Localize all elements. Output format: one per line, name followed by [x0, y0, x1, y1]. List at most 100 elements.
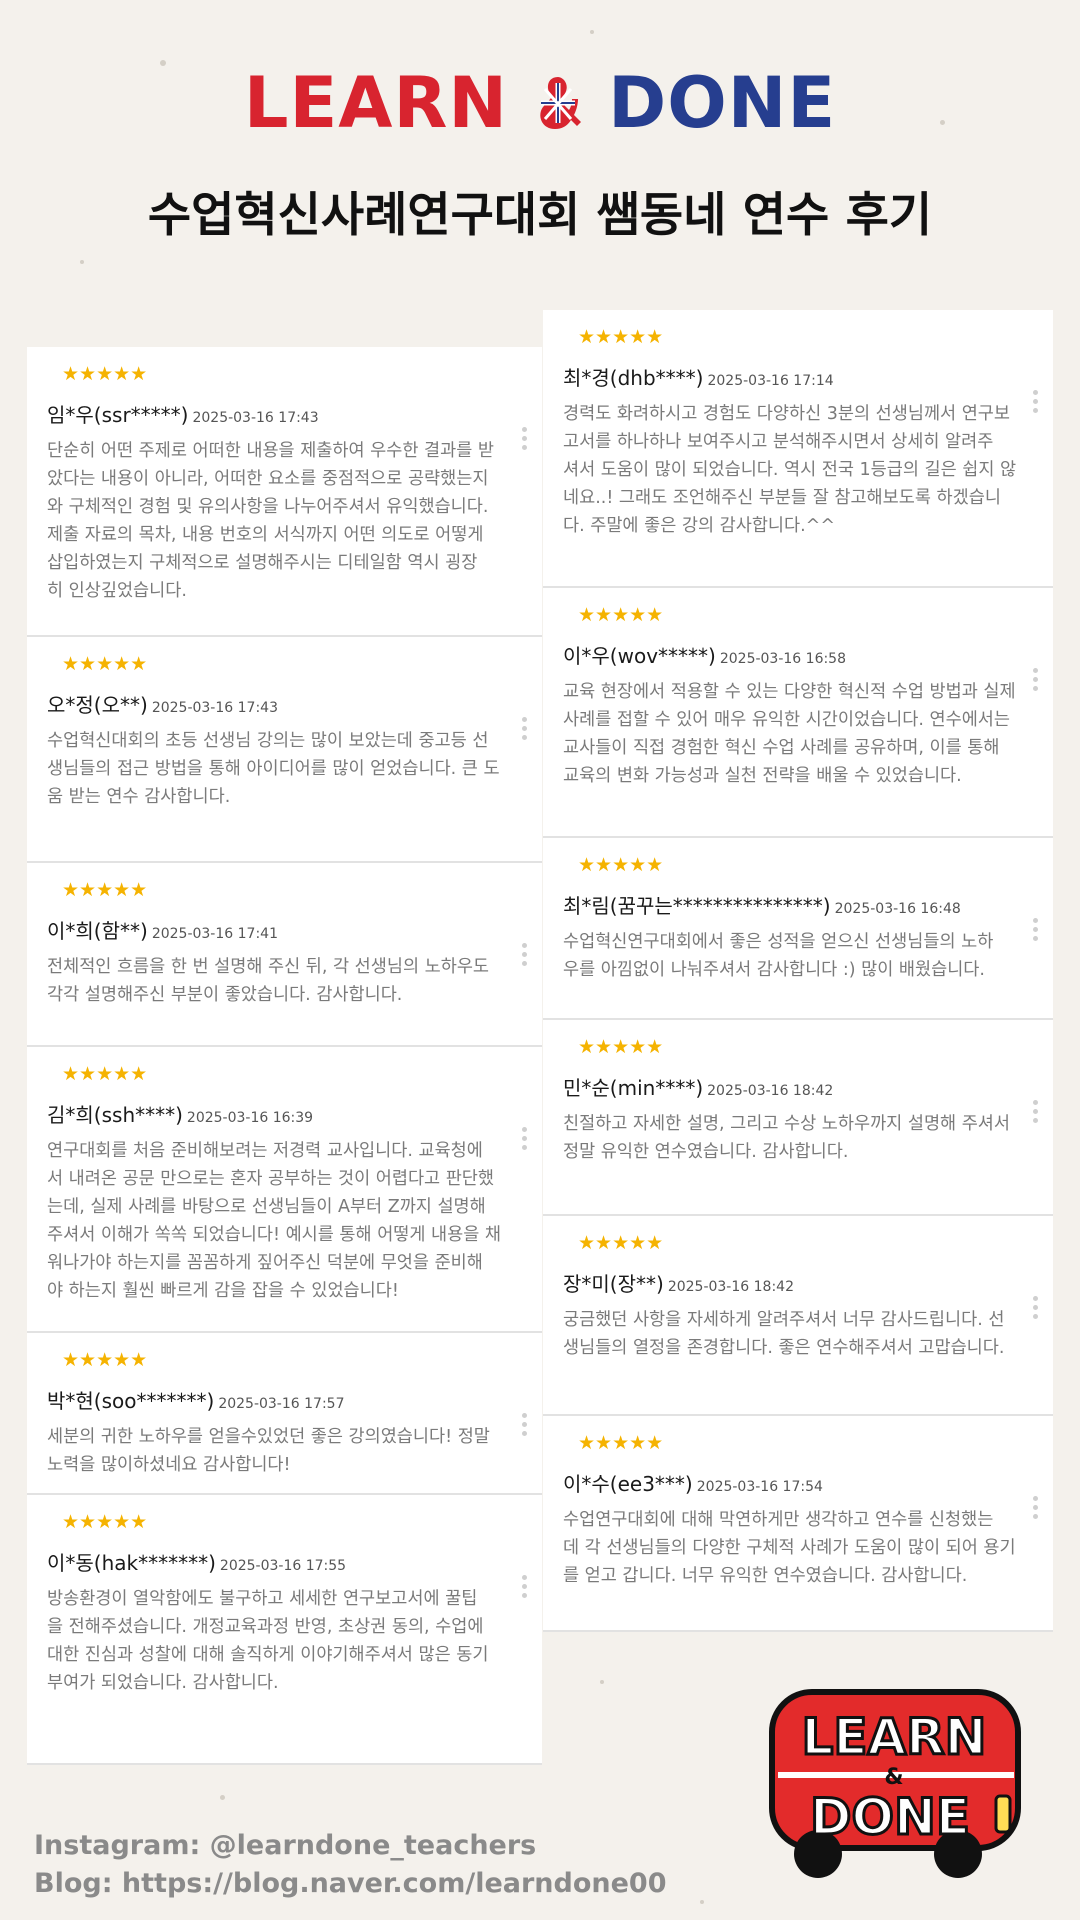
rating-stars-icon: ★★★★★	[578, 1432, 664, 1454]
review-text-line: 친절하고 자세한 설명, 그리고 수상 노하우까지 설명해 주셔서	[563, 1114, 1011, 1134]
learn-done-bus-logo: LEARN & DONE	[758, 1686, 1030, 1886]
reviewer-id: 임*우(ssr*****)	[47, 403, 189, 427]
review-text-line: 을 전해주셨습니다. 개정교육과정 반영, 초상권 동의, 수업에	[47, 1617, 484, 1637]
review-text: 친절하고 자세한 설명, 그리고 수상 노하우까지 설명해 주셔서정말 유익한 …	[563, 1110, 1043, 1166]
reviewer-id: 이*희(함**)	[47, 919, 148, 943]
reviewer-id: 최*경(dhb****)	[563, 366, 704, 390]
rating-stars-icon: ★★★★★	[62, 363, 148, 385]
review-text-line: 를 얻고 갑니다. 너무 유익한 연수였습니다. 감사합니다.	[563, 1566, 968, 1586]
review-text-line: 노력을 많이하셨네요 감사합니다!	[47, 1455, 291, 1475]
review-text-line: 연구대회를 처음 준비해보려는 저경력 교사입니다. 교육청에	[47, 1141, 483, 1161]
reviewer-name: 오*정(오**) 2025-03-16 17:43	[47, 689, 278, 718]
reviewer-name: 장*미(장**) 2025-03-16 18:42	[563, 1268, 794, 1297]
logo-done-text: DONE	[608, 62, 837, 144]
rating-stars-icon: ★★★★★	[62, 879, 148, 901]
review-card: ★★★★★ 최*경(dhb****) 2025-03-16 17:14 경력도 화려하…	[543, 310, 1053, 588]
reviewer-name: 이*수(ee3***) 2025-03-16 17:54	[563, 1468, 823, 1497]
review-text-line: 셔서 도움이 많이 되었습니다. 역시 전국 1등급의 길은 쉽지 않	[563, 460, 1017, 480]
review-text-line: 방송환경이 열악함에도 불구하고 세세한 연구보고서에 꿀팁	[47, 1589, 478, 1609]
review-text-line: 았다는 내용이 아니라, 어떠한 요소를 중점적으로 공략했는지	[47, 469, 489, 489]
page-title: 수업혁신사례연구대회 쌤동네 연수 후기	[147, 188, 933, 243]
review-date: 2025-03-16 17:14	[707, 373, 834, 389]
review-text-line: 수업혁신대회의 초등 선생님 강의는 많이 보았는데 중고등 선	[47, 731, 489, 751]
review-text-line: 각각 설명해주신 부분이 좋았습니다. 감사합니다.	[47, 985, 403, 1005]
reviewer-id: 장*미(장**)	[563, 1272, 664, 1296]
review-card: ★★★★★ 박*현(soo*******) 2025-03-16 17:57 세분의 …	[27, 1333, 542, 1495]
reviewer-id: 이*동(hak*******)	[47, 1551, 216, 1575]
review-date: 2025-03-16 17:57	[218, 1396, 345, 1412]
reviewer-name: 민*순(min****) 2025-03-16 18:42	[563, 1072, 833, 1101]
review-text-line: 데 각 선생님들의 다양한 구체적 사례가 도움이 많이 되어 용기	[563, 1538, 1016, 1558]
review-card: ★★★★★ 김*희(ssh****) 2025-03-16 16:39 연구대회를 처…	[27, 1047, 542, 1333]
review-text: 궁금했던 사항을 자세하게 알려주셔서 너무 감사드립니다. 선 생님들의 열정을…	[563, 1306, 1043, 1362]
paper-speck	[700, 1900, 704, 1904]
reviewer-name: 이*우(wov*****) 2025-03-16 16:58	[563, 640, 846, 669]
review-text-line: 와 구체적인 경험 및 유의사항을 나누어주셔서 유익했습니다.	[47, 497, 489, 517]
review-text: 교육 현장에서 적용할 수 있는 다양한 혁신적 수업 방법과 실제 사례를 접할…	[563, 678, 1043, 790]
bus-logo-amp: &	[884, 1765, 903, 1790]
review-text-line: 전체적인 흐름을 한 번 설명해 주신 뒤, 각 선생님의 노하우도	[47, 957, 490, 977]
review-card: ★★★★★ 이*희(함**) 2025-03-16 17:41 전체적인 흐름을 한 …	[27, 863, 542, 1047]
rating-stars-icon: ★★★★★	[578, 854, 664, 876]
rating-stars-icon: ★★★★★	[578, 604, 664, 626]
review-date: 2025-03-16 18:42	[707, 1083, 834, 1099]
review-date: 2025-03-16 16:58	[719, 651, 847, 667]
review-text-line: 부여가 되었습니다. 감사합니다.	[47, 1673, 279, 1693]
logo-word-learn: LEARN	[244, 62, 508, 144]
review-text-line: 히 인상깊었습니다.	[47, 581, 187, 601]
reviewer-id: 이*수(ee3***)	[563, 1472, 693, 1496]
review-card: ★★★★★ 최*림(꿈꾸는***************) 2025-03-16 1…	[543, 838, 1053, 1020]
review-text-line: 교육 현장에서 적용할 수 있는 다양한 혁신적 수업 방법과 실제	[563, 682, 1016, 702]
review-card: ★★★★★ 이*동(hak*******) 2025-03-16 17:55 방송환경…	[27, 1495, 542, 1765]
review-text-line: 궁금했던 사항을 자세하게 알려주셔서 너무 감사드립니다. 선	[563, 1310, 1005, 1330]
review-date: 2025-03-16 17:41	[151, 926, 278, 942]
review-text-line: 교육의 변화 가능성과 실천 전략을 배울 수 있었습니다.	[563, 766, 962, 786]
reviewer-id: 이*우(wov*****)	[563, 644, 716, 668]
union-jack-ampersand-icon	[533, 73, 583, 133]
review-card: ★★★★★ 장*미(장**) 2025-03-16 18:42 궁금했던 사항을 자세…	[543, 1216, 1053, 1416]
review-text: 수업혁신연구대회에서 좋은 성적을 얻으신 선생님들의 노하 우를 아낌없이 나눠…	[563, 928, 1043, 984]
review-text-line: 서 내려온 공문 만으로는 혼자 공부하는 것이 어렵다고 판단했	[47, 1169, 495, 1189]
review-card: ★★★★★ 이*수(ee3***) 2025-03-16 17:54 수업연구대회에 …	[543, 1416, 1053, 1632]
review-date: 2025-03-16 18:42	[667, 1279, 794, 1295]
review-column-left: ★★★★★ 임*우(ssr*****) 2025-03-16 17:43 단순히 어떤…	[27, 347, 542, 1765]
paper-speck	[80, 260, 84, 264]
reviewer-name: 최*림(꿈꾸는***************) 2025-03-16 16:48	[563, 890, 961, 919]
review-text-line: 정말 유익한 연수였습니다. 감사합니다.	[563, 1142, 849, 1162]
review-date: 2025-03-16 16:39	[186, 1110, 314, 1126]
reviewer-name: 이*희(함**) 2025-03-16 17:41	[47, 915, 278, 944]
rating-stars-icon: ★★★★★	[578, 326, 664, 348]
review-text: 경력도 화려하시고 경험도 다양하신 3분의 선생님께서 연구보 고서를 하나하나…	[563, 400, 1043, 540]
learn-done-logo: LEARN DONE	[0, 62, 1080, 152]
rating-stars-icon: ★★★★★	[578, 1036, 664, 1058]
review-column-right: ★★★★★ 최*경(dhb****) 2025-03-16 17:14 경력도 화려하…	[543, 310, 1053, 1632]
rating-stars-icon: ★★★★★	[578, 1232, 664, 1254]
review-text-line: 다. 주말에 좋은 강의 감사합니다.^^	[563, 516, 836, 536]
reviewer-id: 박*현(soo*******)	[47, 1389, 215, 1413]
review-text-line: 우를 아낌없이 나눠주셔서 감사합니다 :) 많이 배웠습니다.	[563, 960, 985, 980]
review-date: 2025-03-16 16:48	[834, 901, 961, 917]
rating-stars-icon: ★★★★★	[62, 1511, 148, 1533]
bus-logo-done: DONE	[810, 1788, 970, 1846]
reviewer-id: 오*정(오**)	[47, 693, 148, 717]
reviewer-id: 김*희(ssh****)	[47, 1103, 183, 1127]
review-date: 2025-03-16 17:54	[696, 1479, 823, 1495]
review-text-line: 는데, 실제 사례를 바탕으로 선생님들이 A부터 Z까지 설명해	[47, 1197, 486, 1217]
paper-speck	[220, 1795, 225, 1800]
blog-url[interactable]: Blog: https://blog.naver.com/learndone00	[34, 1868, 667, 1899]
review-text-line: 워나가야 하는지를 꼼꼼하게 짚어주신 덕분에 무엇을 준비해	[47, 1253, 483, 1273]
review-text-line: 삽입하였는지 구체적으로 설명해주시는 디테일함 역시 굉장	[47, 553, 478, 573]
review-card: ★★★★★ 민*순(min****) 2025-03-16 18:42 친절하고 자세…	[543, 1020, 1053, 1216]
rating-stars-icon: ★★★★★	[62, 1349, 148, 1371]
reviewer-id: 최*림(꿈꾸는***************)	[563, 894, 831, 918]
review-text-line: 대한 진심과 성찰에 대해 솔직하게 이야기해주셔서 많은 동기	[47, 1645, 489, 1665]
reviewer-name: 이*동(hak*******) 2025-03-16 17:55	[47, 1547, 346, 1576]
paper-speck	[600, 1680, 604, 1684]
instagram-handle[interactable]: Instagram: @learndone_teachers	[34, 1830, 536, 1861]
reviewer-name: 임*우(ssr*****) 2025-03-16 17:43	[47, 399, 319, 428]
paper-speck	[590, 30, 594, 34]
reviewer-name: 박*현(soo*******) 2025-03-16 17:57	[47, 1385, 344, 1414]
review-text-line: 세분의 귀한 노하우를 얻을수있었던 좋은 강의였습니다! 정말	[47, 1427, 490, 1447]
review-text-line: 야 하는지 훨씬 빠르게 감을 잡을 수 있었습니다!	[47, 1281, 399, 1301]
rating-stars-icon: ★★★★★	[62, 1063, 148, 1085]
